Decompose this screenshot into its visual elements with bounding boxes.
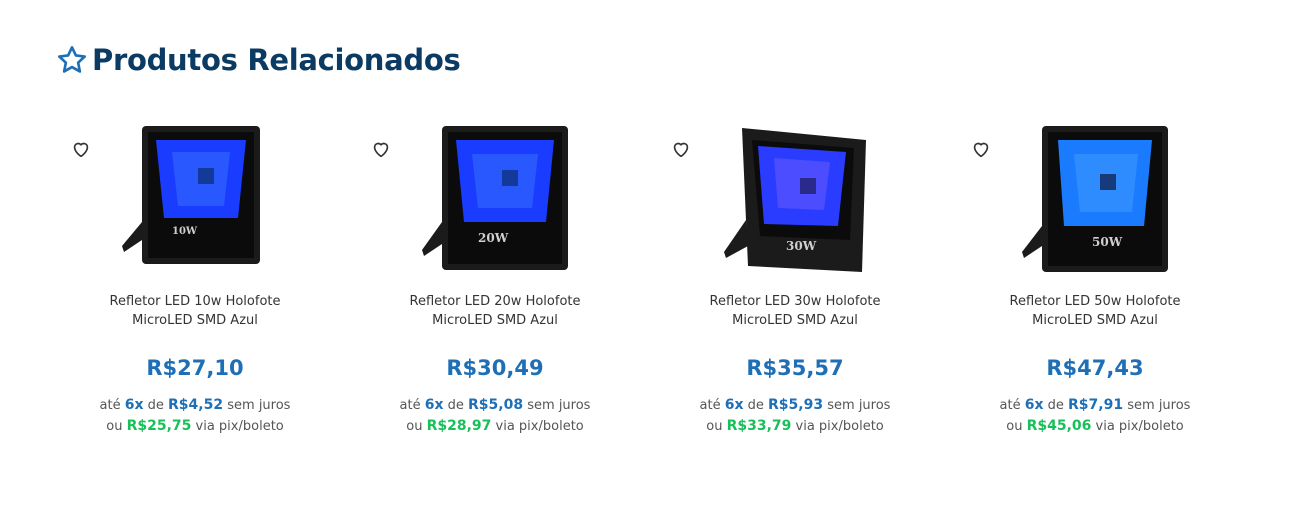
- watt-label: 20W: [478, 231, 509, 245]
- watt-label: 50W: [1092, 235, 1123, 249]
- heart-icon[interactable]: [370, 138, 392, 160]
- product-card[interactable]: 50W Refletor LED 50w Holofote MicroLED S…: [960, 112, 1240, 452]
- heart-icon[interactable]: [70, 138, 92, 160]
- payment-info: até 6x de R$7,91 sem juros ou R$45,06 vi…: [999, 397, 1191, 434]
- product-image[interactable]: 30W: [714, 122, 874, 282]
- payment-info: até 6x de R$5,08 sem juros ou R$28,97 vi…: [399, 397, 591, 434]
- product-card[interactable]: 30W Refletor LED 30w Holofote MicroLED S…: [660, 112, 940, 452]
- product-price: R$35,57: [746, 356, 844, 380]
- heart-icon[interactable]: [670, 138, 692, 160]
- product-image[interactable]: 20W: [414, 122, 574, 282]
- product-price: R$27,10: [146, 356, 244, 380]
- payment-info: até 6x de R$4,52 sem juros ou R$25,75 vi…: [99, 397, 291, 434]
- product-name[interactable]: Refletor LED 30w Holofote MicroLED SMD A…: [690, 292, 900, 330]
- star-outline-icon: [58, 46, 86, 73]
- product-image[interactable]: 10W: [114, 122, 274, 282]
- product-price: R$47,43: [1046, 356, 1144, 380]
- section-header: Produtos Relacionados: [56, 40, 461, 80]
- product-image[interactable]: 50W: [1014, 122, 1174, 282]
- product-card[interactable]: 10W Refletor LED 10w Holofote MicroLED S…: [60, 112, 340, 452]
- section-title: Produtos Relacionados: [92, 43, 461, 77]
- payment-info: até 6x de R$5,93 sem juros ou R$33,79 vi…: [699, 397, 891, 434]
- product-price: R$30,49: [446, 356, 544, 380]
- product-name[interactable]: Refletor LED 20w Holofote MicroLED SMD A…: [390, 292, 600, 330]
- product-card[interactable]: 20W Refletor LED 20w Holofote MicroLED S…: [360, 112, 640, 452]
- watt-label: 30W: [786, 239, 817, 253]
- watt-label: 10W: [172, 226, 198, 237]
- product-name[interactable]: Refletor LED 50w Holofote MicroLED SMD A…: [990, 292, 1200, 330]
- product-name[interactable]: Refletor LED 10w Holofote MicroLED SMD A…: [90, 292, 300, 330]
- heart-icon[interactable]: [970, 138, 992, 160]
